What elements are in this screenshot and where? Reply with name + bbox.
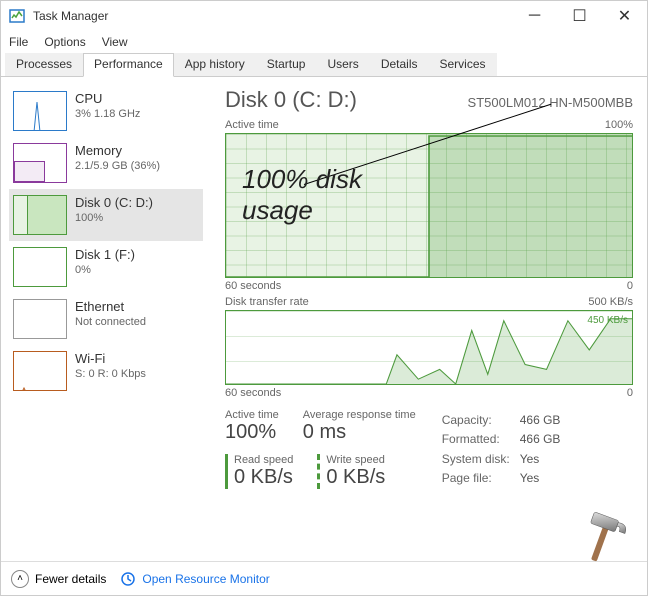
maximize-button[interactable]: ☐ — [557, 1, 602, 31]
active-time-label: Active time — [225, 119, 279, 131]
main-panel: Disk 0 (C: D:) ST500LM012 HN-M500MBB Act… — [211, 77, 647, 561]
sysdisk-val: Yes — [520, 450, 569, 468]
active-time-max: 100% — [605, 119, 633, 131]
sidebar-item-disk0[interactable]: Disk 0 (C: D:) 100% — [9, 189, 203, 241]
capacity-key: Capacity: — [442, 411, 518, 429]
cpu-mini-chart — [13, 91, 67, 131]
tab-users[interactable]: Users — [316, 53, 369, 76]
page-title: Disk 0 (C: D:) — [225, 87, 357, 113]
disk1-mini-chart — [13, 247, 67, 287]
sidebar-item-wifi[interactable]: Wi-Fi S: 0 R: 0 Kbps — [9, 345, 203, 397]
minimize-button[interactable]: ─ — [512, 1, 557, 31]
metrics: Active time100% Average response time0 m… — [225, 409, 633, 489]
fewer-details-button[interactable]: ˄ Fewer details — [11, 570, 106, 588]
disk0-title: Disk 0 (C: D:) — [75, 195, 153, 210]
wifi-title: Wi-Fi — [75, 351, 146, 366]
content: CPU 3% 1.18 GHz Memory 2.1/5.9 GB (36%) Di… — [1, 77, 647, 561]
active-time-chart-block: Active time 100% 100% diskusage 60 second… — [225, 119, 633, 292]
open-resource-monitor-link[interactable]: Open Resource Monitor — [120, 571, 269, 587]
disk0-sub: 100% — [75, 212, 153, 224]
wifi-mini-chart — [13, 351, 67, 391]
write-speed-val: 0 KB/s — [326, 466, 385, 489]
disk1-title: Disk 1 (F:) — [75, 247, 135, 262]
sidebar-item-cpu[interactable]: CPU 3% 1.18 GHz — [9, 85, 203, 137]
transfer-label: Disk transfer rate — [225, 296, 309, 308]
memory-mini-chart — [13, 143, 67, 183]
tab-services[interactable]: Services — [429, 53, 497, 76]
avg-resp-label: Average response time — [303, 409, 416, 421]
memory-title: Memory — [75, 143, 160, 158]
resmon-label: Open Resource Monitor — [142, 572, 269, 586]
sidebar-item-ethernet[interactable]: Ethernet Not connected — [9, 293, 203, 345]
transfer-chart-block: Disk transfer rate 500 KB/s 450 KB/s 60 s… — [225, 296, 633, 399]
disk-properties: Capacity:466 GB Formatted:466 GB System … — [440, 409, 571, 489]
task-manager-window: Task Manager ─ ☐ ✕ File Options View Pro… — [0, 0, 648, 596]
read-speed-label: Read speed — [234, 454, 293, 466]
tab-performance[interactable]: Performance — [83, 53, 174, 77]
window-title: Task Manager — [33, 9, 108, 23]
active-time-metric-val: 100% — [225, 421, 279, 444]
menu-options[interactable]: Options — [44, 35, 85, 49]
tabbar: Processes Performance App history Startu… — [1, 53, 647, 77]
titlebar[interactable]: Task Manager ─ ☐ ✕ — [1, 1, 647, 31]
sidebar-item-disk1[interactable]: Disk 1 (F:) 0% — [9, 241, 203, 293]
tab-processes[interactable]: Processes — [5, 53, 83, 76]
disk0-mini-chart — [13, 195, 67, 235]
avg-resp-val: 0 ms — [303, 421, 416, 444]
ethernet-sub: Not connected — [75, 316, 146, 328]
app-icon — [9, 8, 25, 24]
ethernet-mini-chart — [13, 299, 67, 339]
sidebar: CPU 3% 1.18 GHz Memory 2.1/5.9 GB (36%) Di… — [1, 77, 211, 561]
chevron-up-icon: ˄ — [11, 570, 29, 588]
close-button[interactable]: ✕ — [602, 1, 647, 31]
footer: ˄ Fewer details Open Resource Monitor — [1, 561, 647, 595]
transfer-x1: 0 — [627, 387, 633, 399]
cpu-title: CPU — [75, 91, 140, 106]
menu-file[interactable]: File — [9, 35, 28, 49]
resource-monitor-icon — [120, 571, 136, 587]
pagefile-val: Yes — [520, 470, 569, 488]
ethernet-title: Ethernet — [75, 299, 146, 314]
wifi-sub: S: 0 R: 0 Kbps — [75, 368, 146, 380]
formatted-key: Formatted: — [442, 431, 518, 449]
transfer-max: 500 KB/s — [588, 296, 633, 308]
disk-model: ST500LM012 HN-M500MBB — [468, 95, 633, 110]
capacity-val: 466 GB — [520, 411, 569, 429]
formatted-val: 466 GB — [520, 431, 569, 449]
menu-view[interactable]: View — [102, 35, 128, 49]
memory-sub: 2.1/5.9 GB (36%) — [75, 160, 160, 172]
pagefile-key: Page file: — [442, 470, 518, 488]
cpu-sub: 3% 1.18 GHz — [75, 108, 140, 120]
write-speed-label: Write speed — [326, 454, 385, 466]
active-time-x1: 0 — [627, 280, 633, 292]
sysdisk-key: System disk: — [442, 450, 518, 468]
sidebar-item-memory[interactable]: Memory 2.1/5.9 GB (36%) — [9, 137, 203, 189]
transfer-chart: 450 KB/s — [225, 310, 633, 385]
tab-startup[interactable]: Startup — [256, 53, 317, 76]
menubar: File Options View — [1, 31, 647, 53]
read-speed-val: 0 KB/s — [234, 466, 293, 489]
active-time-metric-label: Active time — [225, 409, 279, 421]
disk1-sub: 0% — [75, 264, 135, 276]
active-time-x0: 60 seconds — [225, 280, 281, 292]
active-time-chart: 100% diskusage — [225, 133, 633, 278]
tab-apphistory[interactable]: App history — [174, 53, 256, 76]
tab-details[interactable]: Details — [370, 53, 429, 76]
transfer-x0: 60 seconds — [225, 387, 281, 399]
fewer-details-label: Fewer details — [35, 572, 106, 586]
hammer-icon — [572, 508, 632, 568]
